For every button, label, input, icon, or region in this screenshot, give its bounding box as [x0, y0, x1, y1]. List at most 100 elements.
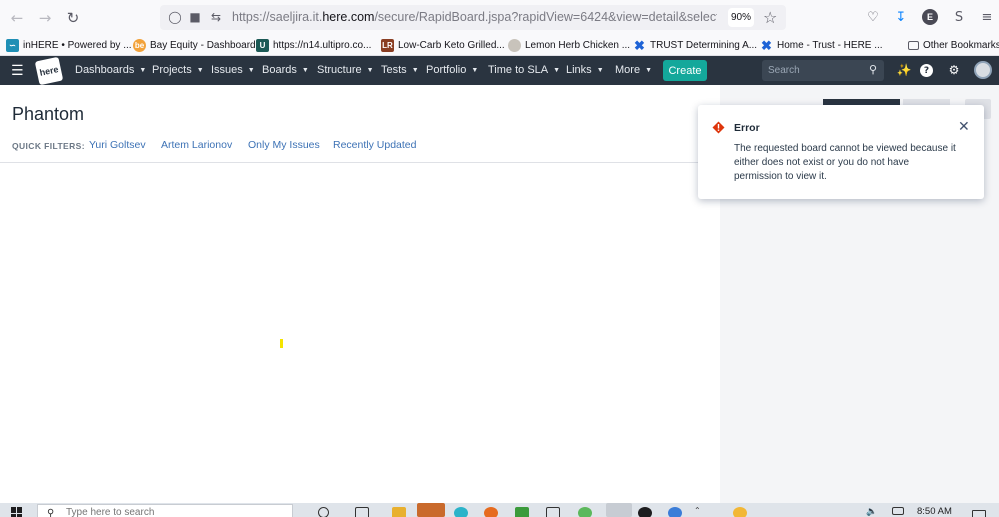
search-input[interactable] [768, 63, 863, 78]
connection-icon: ∽ [6, 39, 19, 52]
edge-icon[interactable] [454, 507, 468, 517]
quick-filter-only-my-issues[interactable]: Only My Issues [248, 139, 320, 151]
app-menu-icon[interactable]: ≡ [978, 8, 996, 26]
chevron-down-icon: ▼ [301, 67, 309, 74]
weather-icon[interactable] [733, 507, 747, 517]
bookmark-item[interactable]: Uhttps://n14.ultipro.co... [256, 38, 371, 53]
chevron-down-icon: ▼ [366, 67, 374, 74]
error-icon [712, 121, 725, 134]
notifications-icon[interactable]: ✨ [896, 62, 912, 78]
task-view-icon[interactable] [355, 507, 369, 517]
confluence-icon: ✖ [634, 37, 645, 53]
downloads-icon[interactable]: ↧ [892, 8, 910, 26]
bookmarks-bar: ∽ inHERE • Powered by ... be Bay Equity - … [0, 35, 999, 56]
nav-structure[interactable]: Structure ▼ [317, 64, 374, 76]
page-title: Phantom [12, 104, 85, 124]
file-explorer-icon[interactable] [392, 507, 406, 517]
bookmark-item[interactable]: ∽ inHERE • Powered by ... [6, 38, 132, 53]
quick-filter-artem-larionov[interactable]: Artem Larionov [161, 139, 232, 151]
ultipro-icon: U [256, 39, 269, 52]
bookmark-item[interactable]: ✖ Home - Trust - HERE ... [760, 38, 883, 53]
filter-divider [0, 162, 720, 163]
back-arrow-icon[interactable]: ← [7, 8, 27, 28]
cursor-marker [280, 339, 283, 348]
address-bar[interactable]: ◯ ■ ⇆ https://saeljira.it.here.com/secur… [160, 5, 786, 30]
bookmark-item[interactable]: LR Low-Carb Keto Grilled... [381, 38, 505, 53]
app-icon[interactable] [515, 507, 529, 517]
reload-icon[interactable]: ↻ [63, 8, 83, 28]
nav-projects[interactable]: Projects ▼ [152, 64, 204, 76]
chevron-down-icon: ▼ [139, 67, 147, 74]
volume-icon[interactable]: 🔈 [866, 507, 878, 517]
snip-icon[interactable] [606, 503, 632, 517]
browser-toolbar: ← → ↻ ◯ ■ ⇆ https://saeljira.it.here.com… [0, 0, 999, 35]
chevron-up-icon[interactable]: ⌃ [694, 506, 704, 515]
nav-more[interactable]: More ▼ [615, 64, 652, 76]
quick-filter-recently-updated[interactable]: Recently Updated [333, 139, 416, 151]
chevron-down-icon: ▼ [247, 67, 255, 74]
error-title: Error [734, 122, 760, 134]
user-avatar[interactable] [974, 61, 992, 79]
chevron-down-icon: ▼ [645, 67, 652, 74]
garlic-icon [508, 39, 521, 52]
search-icon: ⚲ [47, 508, 55, 517]
jira-header: ☰ here Dashboards ▼ Projects ▼ Issues ▼ Boa… [0, 56, 999, 86]
error-message: The requested board cannot be viewed bec… [734, 143, 956, 182]
url-text[interactable]: https://saeljira.it.here.com/secure/Rapi… [232, 10, 717, 24]
nav-portfolio[interactable]: Portfolio ▼ [426, 64, 478, 76]
profile-avatar[interactable]: E [922, 9, 938, 25]
taskbar-search-input[interactable] [66, 507, 266, 517]
chevron-down-icon: ▼ [196, 67, 204, 74]
hamburger-menu-icon[interactable]: ☰ [11, 63, 24, 79]
nav-tests[interactable]: Tests ▼ [381, 64, 419, 76]
chevron-down-icon: ▼ [596, 67, 604, 74]
bookmark-item[interactable]: be Bay Equity - Dashboard [133, 38, 256, 53]
nav-dashboards[interactable]: Dashboards ▼ [75, 64, 146, 76]
search-box[interactable]: ⚲ [762, 60, 884, 81]
be-logo-icon: be [133, 39, 146, 52]
extension-icon[interactable]: S [950, 8, 968, 26]
error-flag: Error ✕ The requested board cannot be vi… [698, 105, 984, 199]
folder-icon [908, 41, 919, 50]
pocket-icon[interactable]: ♡ [864, 8, 882, 26]
outlook-icon[interactable] [417, 503, 445, 517]
panda-icon[interactable] [638, 507, 652, 517]
help-icon[interactable]: ? [920, 64, 933, 77]
gear-icon[interactable]: ⚙ [946, 62, 962, 78]
other-bookmarks[interactable]: Other Bookmarks [908, 38, 999, 53]
bookmark-star-icon[interactable]: ☆ [763, 8, 777, 27]
firefox-icon[interactable] [484, 507, 498, 517]
keyboard-icon[interactable] [892, 507, 904, 515]
chevron-down-icon: ▼ [471, 67, 479, 74]
permissions-icon[interactable]: ⇆ [209, 10, 223, 24]
nav-issues[interactable]: Issues ▼ [211, 64, 255, 76]
chevron-down-icon: ▼ [411, 67, 419, 74]
calculator-icon[interactable] [546, 507, 560, 517]
taskbar-clock[interactable]: 8:50 AM [917, 506, 952, 517]
close-icon[interactable]: ✕ [958, 119, 970, 135]
chrome-icon[interactable] [578, 507, 592, 517]
create-button[interactable]: Create [663, 60, 707, 81]
windows-taskbar: ⚲ ⌃ 🔈 8:50 AM [0, 503, 999, 517]
here-logo[interactable]: here [34, 56, 64, 86]
forward-arrow-icon[interactable]: → [35, 8, 55, 28]
nav-time-to-sla[interactable]: Time to SLA ▼ [488, 64, 560, 76]
shield-icon[interactable]: ◯ [168, 10, 182, 24]
cortana-icon[interactable] [318, 507, 329, 517]
zoom-level-badge[interactable]: 90% [728, 8, 754, 27]
quick-filter-yuri-goltsev[interactable]: Yuri Goltsev [89, 139, 146, 151]
windows-start-icon[interactable] [11, 507, 23, 517]
taskbar-search[interactable]: ⚲ [37, 504, 293, 517]
teams-icon[interactable] [668, 507, 682, 517]
chevron-down-icon: ▼ [553, 67, 561, 74]
recipe-icon: LR [381, 39, 394, 52]
nav-links[interactable]: Links ▼ [566, 64, 604, 76]
notification-center-icon[interactable] [972, 510, 986, 517]
bookmark-item[interactable]: Lemon Herb Chicken ... [508, 38, 630, 53]
search-icon[interactable]: ⚲ [869, 63, 877, 76]
confluence-icon: ✖ [761, 37, 772, 53]
quick-filters-label: QUICK FILTERS: [12, 141, 85, 151]
nav-boards[interactable]: Boards ▼ [262, 64, 309, 76]
lock-icon[interactable]: ■ [188, 10, 202, 24]
bookmark-item[interactable]: ✖ TRUST Determining A... [633, 38, 757, 53]
